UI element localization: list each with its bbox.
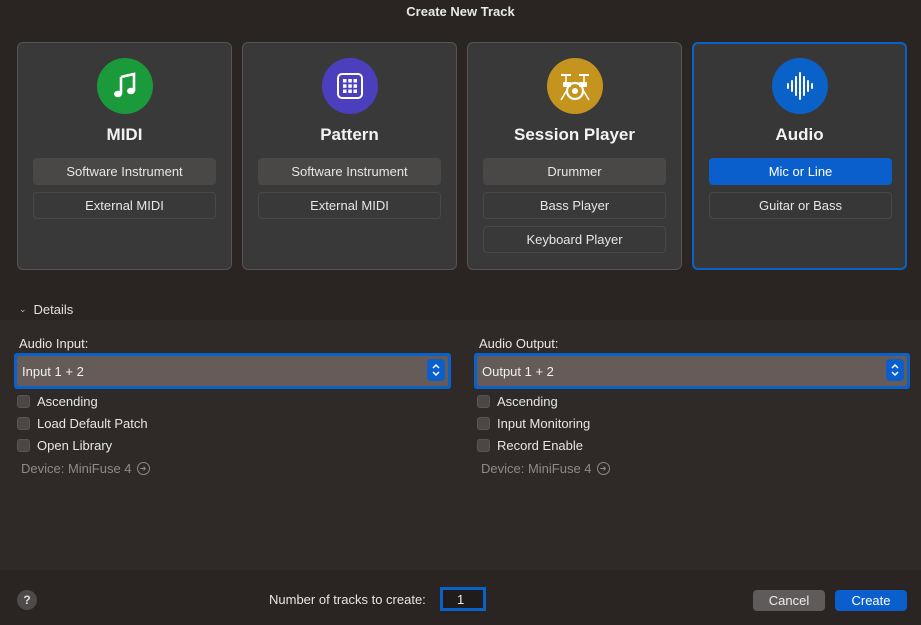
grid-icon: [321, 58, 378, 114]
details-disclosure[interactable]: ⌄ Details: [19, 302, 73, 317]
option-external-midi[interactable]: External MIDI: [33, 192, 216, 219]
checkbox[interactable]: [17, 395, 30, 408]
checkbox-open-library[interactable]: Open Library: [17, 438, 112, 453]
checkbox-load-default-patch[interactable]: Load Default Patch: [17, 416, 148, 431]
option-keyboard-player[interactable]: Keyboard Player: [483, 226, 666, 253]
option-bass-player[interactable]: Bass Player: [483, 192, 666, 219]
device-label: Device: MiniFuse 4: [481, 461, 592, 476]
audio-output-value: Output 1 + 2: [482, 363, 554, 379]
waveform-icon: [771, 58, 828, 114]
checkbox-ascending-input[interactable]: Ascending: [17, 394, 98, 409]
checkbox-label: Open Library: [37, 438, 113, 453]
option-software-instrument[interactable]: Software Instrument: [258, 158, 441, 185]
dialog-title: Create New Track: [406, 4, 515, 19]
card-title: Session Player: [514, 125, 635, 144]
track-count-input[interactable]: [440, 587, 486, 611]
drum-kit-icon: [546, 58, 603, 114]
track-type-midi-card[interactable]: MIDI Software Instrument External MIDI: [17, 42, 232, 270]
audio-input-select[interactable]: Input 1 + 2: [14, 353, 451, 389]
option-drummer[interactable]: Drummer: [483, 158, 666, 185]
checkbox-label: Input Monitoring: [497, 416, 591, 431]
option-external-midi[interactable]: External MIDI: [258, 192, 441, 219]
audio-input-label: Audio Input:: [19, 336, 89, 351]
track-type-audio-card[interactable]: Audio Mic or Line Guitar or Bass: [692, 42, 907, 270]
card-title: MIDI: [106, 125, 143, 144]
track-type-session-player-card[interactable]: Session Player Drummer Bass Player Keybo…: [467, 42, 682, 270]
cancel-button[interactable]: Cancel: [753, 590, 825, 611]
card-title: Pattern: [320, 125, 379, 144]
music-note-icon: [96, 58, 153, 114]
checkbox-record-enable[interactable]: Record Enable: [477, 438, 583, 453]
checkbox[interactable]: [477, 417, 490, 430]
help-button[interactable]: ?: [17, 590, 37, 610]
audio-output-select[interactable]: Output 1 + 2: [474, 353, 910, 389]
chevron-updown-icon: [427, 359, 445, 381]
checkbox-input-monitoring[interactable]: Input Monitoring: [477, 416, 590, 431]
checkbox-label: Record Enable: [497, 438, 583, 453]
card-title: Audio: [775, 125, 824, 144]
track-count-label: Number of tracks to create:: [269, 592, 426, 607]
chevron-updown-icon: [886, 359, 904, 381]
option-guitar-or-bass[interactable]: Guitar or Bass: [709, 192, 892, 219]
checkbox-label: Ascending: [497, 394, 558, 409]
arrow-right-circle-icon[interactable]: ➜: [136, 462, 150, 475]
track-type-pattern-card[interactable]: Pattern Software Instrument External MID…: [242, 42, 457, 270]
arrow-right-circle-icon[interactable]: ➜: [596, 462, 610, 475]
checkbox[interactable]: [477, 395, 490, 408]
checkbox[interactable]: [17, 417, 30, 430]
checkbox[interactable]: [477, 439, 490, 452]
option-mic-or-line[interactable]: Mic or Line: [709, 158, 892, 185]
checkbox-ascending-output[interactable]: Ascending: [477, 394, 558, 409]
input-device-info: Device: MiniFuse 4 ➜: [21, 461, 150, 476]
audio-input-value: Input 1 + 2: [22, 363, 84, 379]
checkbox-label: Ascending: [37, 394, 98, 409]
output-device-info: Device: MiniFuse 4 ➜: [481, 461, 610, 476]
checkbox-label: Load Default Patch: [37, 416, 148, 431]
checkbox[interactable]: [17, 439, 30, 452]
audio-output-label: Audio Output:: [479, 336, 559, 351]
create-button[interactable]: Create: [835, 590, 907, 611]
option-software-instrument[interactable]: Software Instrument: [33, 158, 216, 185]
device-label: Device: MiniFuse 4: [21, 461, 132, 476]
details-label: Details: [33, 302, 74, 317]
chevron-down-icon: ⌄: [19, 304, 27, 314]
